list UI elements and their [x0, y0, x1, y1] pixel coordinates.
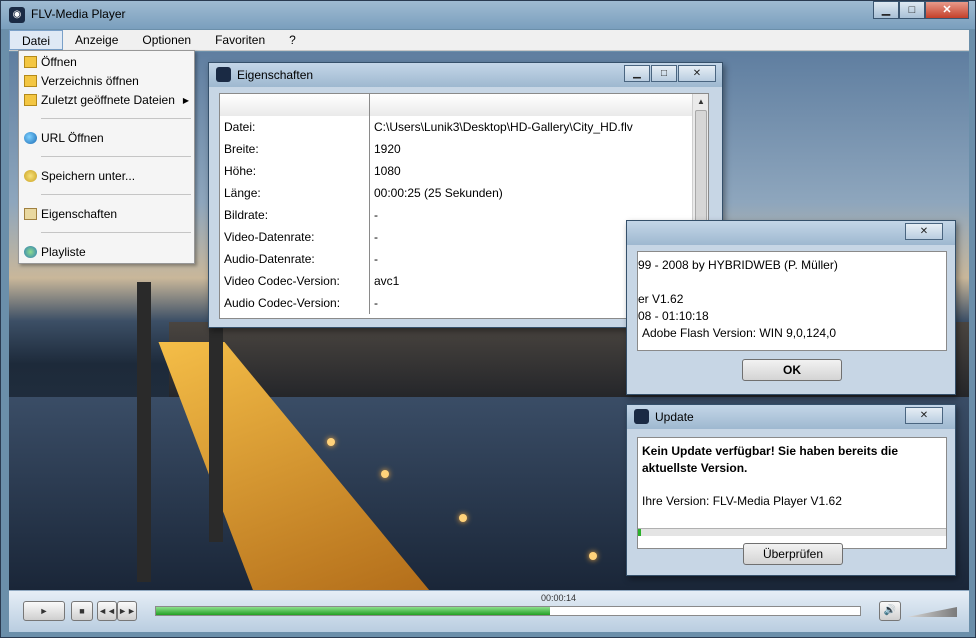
property-value: 1080 [374, 164, 401, 178]
playlist-icon [24, 246, 37, 258]
stop-button[interactable]: ■ [71, 601, 93, 621]
window-title: FLV-Media Player [31, 7, 126, 21]
property-value: - [374, 208, 378, 222]
close-button[interactable]: ✕ [905, 223, 943, 240]
menu-item-open[interactable]: Öffnen [21, 53, 193, 72]
property-key: Video Codec-Version: [220, 270, 370, 292]
menu-optionen[interactable]: Optionen [130, 30, 203, 50]
minimize-button[interactable]: ▁ [873, 1, 899, 19]
menu-item-save-as[interactable]: Speichern unter... [21, 167, 193, 186]
update-dialog-titlebar: Update ✕ [627, 405, 955, 429]
property-value: - [374, 252, 378, 266]
menu-item-open-directory[interactable]: Verzeichnis öffnen [21, 72, 193, 91]
update-progress-bar [638, 528, 946, 536]
maximize-button[interactable]: □ [651, 65, 677, 82]
folder-icon [24, 75, 37, 87]
bridge-tower [209, 312, 223, 542]
submenu-arrow-icon: ▶ [182, 96, 189, 105]
table-row[interactable]: Breite: 1920 [220, 138, 708, 160]
table-header[interactable] [370, 94, 694, 116]
save-icon [24, 170, 37, 182]
update-dialog-title: Update [655, 410, 694, 424]
menu-bar: Datei Anzeige Optionen Favoriten ? [9, 30, 969, 51]
update-dialog: Update ✕ Kein Update verfügbar! Sie habe… [626, 404, 956, 576]
property-value: 1920 [374, 142, 401, 156]
menu-item-playlist[interactable]: Playliste [21, 243, 193, 262]
property-key: Video-Datenrate: [220, 226, 370, 248]
property-key: Breite: [220, 138, 370, 160]
update-status-message: Kein Update verfügbar! Sie haben bereits… [642, 444, 899, 475]
close-button[interactable]: ✕ [905, 407, 943, 424]
about-dialog-titlebar: ✕ [627, 221, 955, 245]
property-key: Audio Codec-Version: [220, 292, 370, 314]
property-value: C:\Users\Lunik3\Desktop\HD-Gallery\City_… [374, 120, 633, 134]
about-dialog: ✕ 99 - 2008 by HYBRIDWEB (P. Müller) er … [626, 220, 956, 395]
properties-dialog-title: Eigenschaften [237, 68, 314, 82]
app-logo-icon [634, 409, 649, 424]
street-light [381, 470, 389, 478]
time-readout: 00:00:14 [541, 593, 577, 603]
scroll-up-icon[interactable]: ▲ [694, 95, 708, 109]
table-row[interactable]: Datei: C:\Users\Lunik3\Desktop\HD-Gallery… [220, 116, 708, 138]
globe-icon [24, 132, 37, 144]
volume-slider[interactable] [907, 607, 957, 617]
property-value: 00:00:25 (25 Sekunden) [374, 186, 503, 200]
menu-separator [41, 232, 191, 233]
installed-version: Ihre Version: FLV-Media Player V1.62 [642, 494, 842, 508]
bridge-tower [137, 282, 151, 582]
datei-menu: Öffnen Verzeichnis öffnen Zuletzt geöffn… [18, 50, 195, 264]
table-row[interactable]: Höhe: 1080 [220, 160, 708, 182]
close-button[interactable]: ✕ [925, 1, 969, 19]
control-bar: ► ■ ◄◄ ►► 00:00:14 🔊 [9, 590, 969, 632]
menu-help[interactable]: ? [277, 30, 308, 50]
menu-item-recent-files[interactable]: Zuletzt geöffnete Dateien ▶ [21, 91, 193, 110]
check-update-button[interactable]: Überprüfen [743, 543, 843, 565]
menu-item-open-url[interactable]: URL Öffnen [21, 129, 193, 148]
table-row[interactable]: Länge: 00:00:25 (25 Sekunden) [220, 182, 708, 204]
table-header[interactable] [220, 94, 370, 116]
properties-dialog-titlebar: Eigenschaften ▁ □ ✕ [209, 63, 722, 87]
properties-icon [24, 208, 37, 220]
menu-datei[interactable]: Datei [9, 30, 64, 50]
about-info-box: 99 - 2008 by HYBRIDWEB (P. Müller) er V1… [637, 251, 947, 351]
folder-icon [24, 56, 37, 68]
previous-button[interactable]: ◄◄ [97, 601, 117, 621]
update-progress-fill [638, 529, 642, 536]
menu-item-properties[interactable]: Eigenschaften [21, 205, 193, 224]
about-build-date: 08 - 01:10:18 [638, 309, 709, 323]
title-bar: ◉ FLV-Media Player ▁ □ ✕ [1, 1, 975, 29]
street-light [459, 514, 467, 522]
menu-favoriten[interactable]: Favoriten [203, 30, 277, 50]
folder-icon [24, 94, 37, 106]
about-flash-version: Adobe Flash Version: WIN 9,0,124,0 [642, 326, 837, 340]
ok-button[interactable]: OK [742, 359, 842, 381]
speaker-icon[interactable]: 🔊 [879, 601, 901, 621]
maximize-button[interactable]: □ [899, 1, 925, 19]
app-logo-icon [216, 67, 231, 82]
property-value: avc1 [374, 274, 400, 288]
street-light [589, 552, 597, 560]
menu-anzeige[interactable]: Anzeige [63, 30, 130, 50]
street-light [327, 438, 335, 446]
seek-bar[interactable] [155, 606, 861, 616]
about-version: er V1.62 [638, 292, 684, 306]
about-copyright: 99 - 2008 by HYBRIDWEB (P. Müller) [638, 258, 838, 272]
update-message-box: Kein Update verfügbar! Sie haben bereits… [637, 437, 947, 549]
property-value: - [374, 296, 378, 310]
property-key: Länge: [220, 182, 370, 204]
property-key: Bildrate: [220, 204, 370, 226]
next-button[interactable]: ►► [117, 601, 137, 621]
app-logo-icon: ◉ [9, 7, 25, 23]
minimize-button[interactable]: ▁ [624, 65, 650, 82]
menu-separator [41, 118, 191, 119]
seek-bar-fill [156, 607, 551, 615]
property-value: - [374, 230, 378, 244]
menu-separator [41, 194, 191, 195]
property-key: Datei: [220, 116, 370, 138]
property-key: Audio-Datenrate: [220, 248, 370, 270]
property-key: Höhe: [220, 160, 370, 182]
menu-separator [41, 156, 191, 157]
play-button[interactable]: ► [23, 601, 65, 621]
close-button[interactable]: ✕ [678, 65, 716, 82]
